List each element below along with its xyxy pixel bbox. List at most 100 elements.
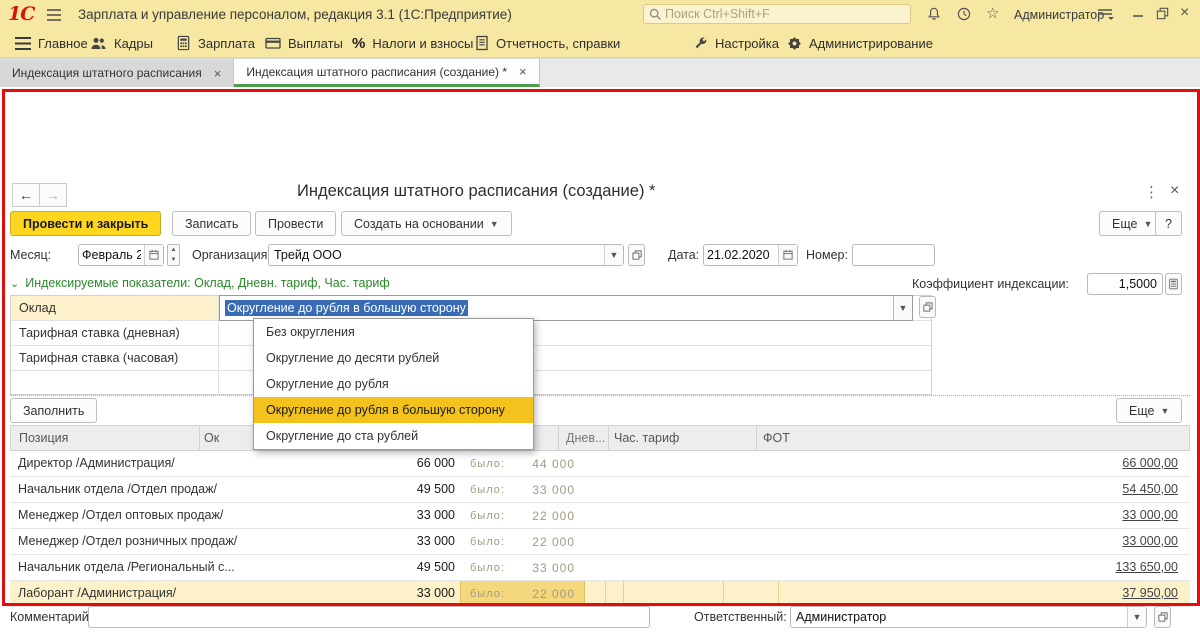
header-daily: Днев... (566, 431, 605, 445)
position-row[interactable]: Менеджер /Отдел оптовых продаж/ 33 000 б… (10, 503, 1190, 529)
responsible-input[interactable] (791, 607, 1127, 627)
month-input[interactable] (79, 245, 144, 265)
comment-input[interactable] (88, 606, 650, 628)
close-icon[interactable]: × (214, 66, 222, 81)
positions-table-header[interactable]: Позиция Ок Днев... Час. тариф ФОТ (10, 425, 1190, 451)
dropdown-option[interactable]: Округление до ста рублей (254, 423, 533, 449)
service-menu-icon[interactable] (1096, 6, 1116, 22)
fot-link[interactable]: 33 000,00 (1122, 534, 1178, 548)
more-dots-icon[interactable]: ⋮ (1144, 183, 1159, 201)
header-hourly: Час. тариф (614, 431, 679, 445)
dropdown-option[interactable]: Без округления (254, 319, 533, 345)
month-label: Месяц: (10, 248, 51, 262)
coefficient-label: Коэффициент индексации: (912, 277, 1069, 291)
month-field[interactable] (78, 244, 164, 266)
tab-bar: Индексация штатного расписания × Индекса… (0, 58, 1200, 87)
1c-logo: 1С (8, 3, 34, 25)
step-down-icon[interactable]: ▼ (168, 255, 179, 265)
chevron-down-icon: ▼ (490, 219, 499, 229)
back-button[interactable]: ← (12, 183, 40, 207)
title-bar: 1С Зарплата и управление персоналом, ред… (0, 0, 1200, 29)
splitter-line[interactable] (10, 395, 1190, 396)
responsible-open-icon[interactable] (1154, 606, 1171, 628)
calendar-icon[interactable] (144, 245, 163, 265)
table-more-button[interactable]: Еще ▼ (1116, 398, 1182, 423)
chevron-down-icon[interactable]: ▼ (604, 245, 623, 265)
number-input[interactable] (852, 244, 935, 266)
section-salary[interactable]: Зарплата (176, 29, 255, 57)
position-row[interactable]: Директор /Администрация/ 66 000 было: 44… (10, 451, 1190, 477)
write-button[interactable]: Записать (172, 211, 251, 236)
current-user[interactable]: Администратор (1014, 8, 1104, 22)
dropdown-option[interactable]: Округление до десяти рублей (254, 345, 533, 371)
header-position: Позиция (19, 431, 68, 445)
organization-label: Организация: (192, 248, 271, 262)
was-label: было: (470, 484, 505, 496)
close-form-icon[interactable]: × (1170, 182, 1179, 200)
date-input[interactable] (704, 245, 778, 265)
notifications-bell-icon[interactable] (926, 6, 942, 22)
date-field[interactable] (703, 244, 798, 266)
post-and-close-button[interactable]: Провести и закрыть (10, 211, 161, 236)
chevron-down-icon: ▼ (1160, 406, 1169, 416)
rounding-dropdown: Без округления Округление до десяти рубл… (253, 318, 534, 450)
forward-button[interactable]: → (40, 183, 67, 207)
people-icon (90, 36, 107, 51)
sections-burger-icon[interactable] (14, 36, 32, 51)
fot-link[interactable]: 54 450,00 (1122, 482, 1178, 496)
position-row[interactable]: Начальник отдела /Региональный с... 49 5… (10, 555, 1190, 581)
fot-link[interactable]: 66 000,00 (1122, 456, 1178, 470)
app-title: Зарплата и управление персоналом, редакц… (78, 7, 512, 22)
organization-input[interactable] (269, 245, 604, 265)
fot-link[interactable]: 133 650,00 (1115, 560, 1178, 574)
main-menu-icon[interactable] (46, 8, 62, 22)
chevron-collapse-icon: ⌄ (10, 277, 19, 290)
tab-indexation-new[interactable]: Индексация штатного расписания (создание… (234, 59, 539, 87)
section-administration[interactable]: Администрирование (787, 29, 933, 57)
global-search[interactable] (643, 4, 911, 24)
step-up-icon[interactable]: ▲ (168, 245, 179, 255)
section-reports[interactable]: Отчетность, справки (475, 29, 620, 57)
header-salary: Ок (204, 431, 219, 445)
fill-button[interactable]: Заполнить (10, 398, 97, 423)
create-based-on-button[interactable]: Создать на основании ▼ (341, 211, 512, 236)
month-stepper[interactable]: ▲ ▼ (167, 244, 180, 266)
position-row[interactable]: Начальник отдела /Отдел продаж/ 49 500 б… (10, 477, 1190, 503)
was-label: было: (470, 562, 505, 574)
section-personnel[interactable]: Кадры (90, 29, 153, 57)
close-window-button[interactable]: × (1180, 4, 1189, 22)
fot-link[interactable]: 33 000,00 (1122, 508, 1178, 522)
history-icon[interactable] (956, 6, 972, 22)
fot-link[interactable]: 37 950,00 (1122, 586, 1178, 600)
chevron-down-icon[interactable]: ▼ (893, 296, 912, 320)
dropdown-option[interactable]: Округление до рубля (254, 371, 533, 397)
section-payments[interactable]: Выплаты (265, 29, 343, 57)
position-row[interactable]: Менеджер /Отдел розничных продаж/ 33 000… (10, 529, 1190, 555)
restore-window-button[interactable] (1155, 6, 1170, 21)
organization-open-icon[interactable] (628, 244, 645, 266)
section-taxes[interactable]: % Налоги и взносы (352, 29, 473, 57)
tab-indexation-list[interactable]: Индексация штатного расписания × (0, 59, 234, 87)
responsible-field[interactable]: ▼ (790, 606, 1147, 628)
calendar-icon[interactable] (778, 245, 797, 265)
coefficient-input[interactable] (1087, 273, 1163, 295)
close-icon[interactable]: × (519, 64, 527, 79)
favorites-star-icon[interactable]: ☆ (986, 6, 999, 21)
organization-field[interactable]: ▼ (268, 244, 624, 266)
search-input[interactable] (663, 6, 887, 22)
post-button[interactable]: Провести (255, 211, 336, 236)
calculator-small-icon[interactable] (1165, 273, 1182, 295)
indexed-indicators-link[interactable]: ⌄ Индексируемые показатели: Оклад, Дневн… (10, 276, 390, 290)
chevron-down-icon: ▼ (1143, 219, 1152, 229)
wrench-icon (693, 36, 708, 51)
chevron-down-icon[interactable]: ▼ (1127, 607, 1146, 627)
section-settings[interactable]: Настройка (693, 29, 779, 57)
dropdown-option-highlighted[interactable]: Округление до рубля в большую сторону (254, 397, 533, 423)
section-main[interactable]: Главное (38, 29, 88, 57)
position-row-selected[interactable]: Лаборант /Администрация/ 33 000 было: 22… (10, 581, 1190, 607)
rounding-open-icon[interactable] (919, 296, 936, 318)
minimize-button[interactable] (1132, 4, 1146, 20)
sections-panel: Главное Кадры Зарплата Выплаты % Налоги … (0, 29, 1200, 58)
was-label: было: (470, 588, 505, 600)
help-button[interactable]: ? (1155, 211, 1182, 236)
